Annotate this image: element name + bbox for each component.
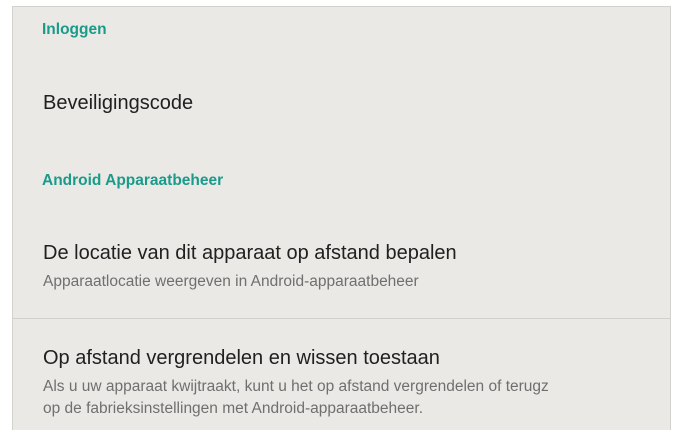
setting-summary-line-1: Als u uw apparaat kwijtraakt, kunt u het… (43, 378, 549, 395)
setting-item-locate-device[interactable]: De locatie van dit apparaat op afstand b… (13, 225, 670, 317)
setting-summary-line-2: op de fabrieksinstellingen met Android-a… (43, 400, 424, 417)
section-header-inloggen: Inloggen (42, 21, 107, 38)
settings-panel: Inloggen Beveiligingscode Android Appara… (12, 6, 671, 430)
setting-title: Beveiligingscode (43, 92, 194, 114)
setting-summary: Apparaatlocatie weergeven in Android-app… (43, 273, 419, 290)
setting-title: De locatie van dit apparaat op afstand b… (43, 242, 457, 264)
setting-item-remote-lock-wipe[interactable]: Op afstand vergrendelen en wissen toesta… (13, 319, 670, 430)
setting-title: Op afstand vergrendelen en wissen toesta… (43, 347, 440, 369)
section-header-android-apparaatbeheer: Android Apparaatbeheer (42, 172, 224, 189)
setting-item-beveiligingscode[interactable]: Beveiligingscode (13, 81, 670, 129)
